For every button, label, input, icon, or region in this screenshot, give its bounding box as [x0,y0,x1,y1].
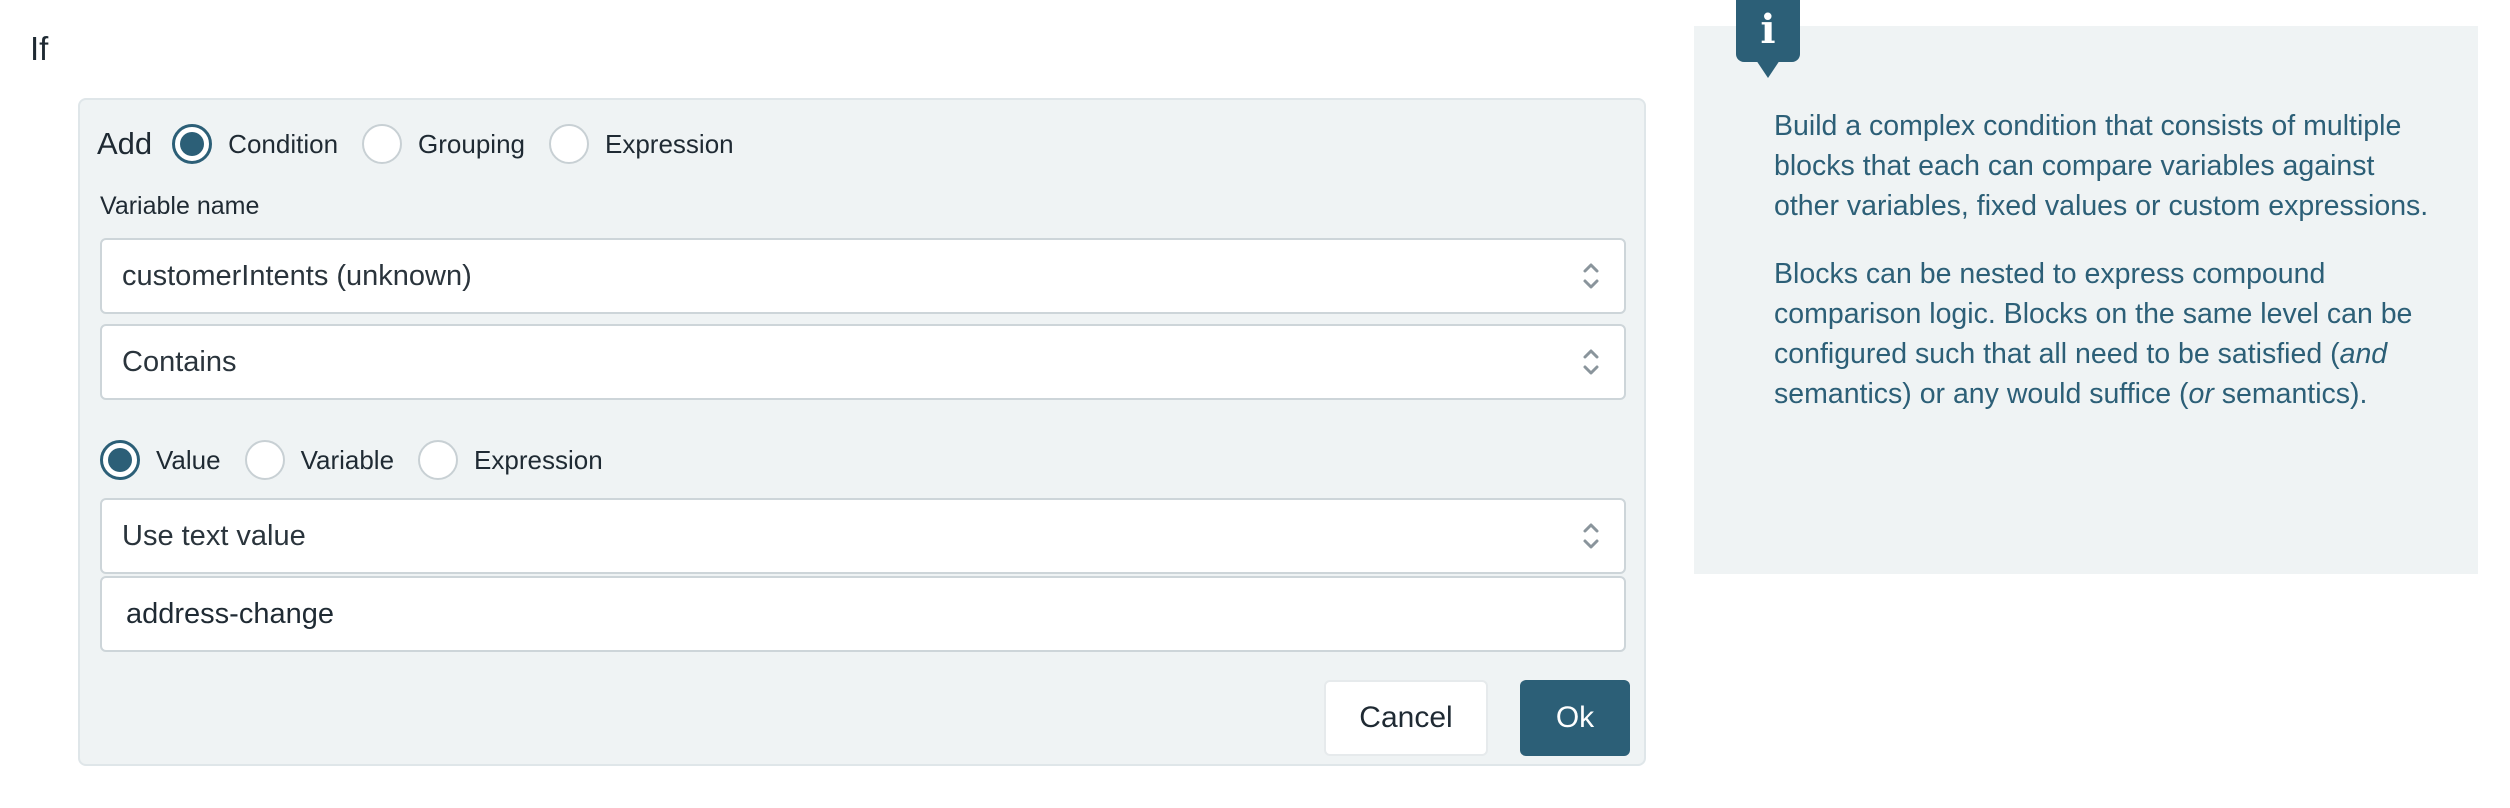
page: If Add Condition Grouping Expression Var… [0,0,2510,808]
radio-option-variable[interactable]: Variable [244,440,395,480]
radio-option-expression[interactable]: Expression [549,124,734,164]
value-type-select-value: Use text value [122,519,306,552]
grouping-radio-label: Grouping [418,128,525,159]
variable-select[interactable]: customerIntents (unknown) [100,238,1626,314]
page-title: If [30,30,49,67]
info-text-span: semantics). [2213,378,2368,410]
info-paragraph: Build a complex condition that consists … [1774,110,2429,222]
chevron-updown-icon [1583,523,1599,549]
chevron-updown-icon [1583,349,1599,375]
compare-expression-radio-label: Expression [474,444,603,475]
ok-button[interactable]: Ok [1520,680,1630,756]
condition-radio[interactable] [172,124,213,164]
expression-radio-label: Expression [605,128,734,159]
value-type-select[interactable]: Use text value [100,498,1626,574]
info-text-span: semantics) or any would suffice ( [1774,378,2189,410]
expression-radio[interactable] [549,124,589,164]
condition-radio-label: Condition [228,128,339,159]
variable-select-value: customerIntents (unknown) [122,259,472,292]
add-label: Add [97,126,153,161]
grouping-radio[interactable] [362,124,403,164]
variable-name-label: Variable name [100,192,260,220]
compare-type-radio-group: Value Variable Expression [100,436,627,484]
text-value-input-value: address-change [126,597,334,630]
cancel-button[interactable]: Cancel [1324,680,1488,756]
value-radio-label: Value [156,444,221,475]
operator-select-value: Contains [122,345,237,378]
radio-option-compare-expression[interactable]: Expression [418,440,603,480]
variable-radio[interactable] [244,440,285,480]
info-emphasis-or: or [2188,378,2214,410]
operator-select[interactable]: Contains [100,324,1626,400]
chevron-updown-icon [1583,263,1599,289]
add-type-radio-group: Add Condition Grouping Expression [97,120,758,168]
condition-editor-panel: Add Condition Grouping Expression Variab… [78,98,1646,766]
info-text: Build a complex condition that consists … [1774,106,2434,442]
info-panel: Build a complex condition that consists … [1694,26,2478,574]
radio-option-value[interactable]: Value [100,440,221,480]
value-radio[interactable] [100,440,140,480]
variable-radio-label: Variable [300,444,395,475]
text-value-input[interactable]: address-change [100,576,1626,652]
info-icon: i [1736,0,1800,78]
info-paragraph: Blocks can be nested to express compound… [1774,254,2434,414]
info-emphasis-and: and [2339,338,2388,370]
radio-option-condition[interactable]: Condition [172,124,338,164]
compare-expression-radio[interactable] [418,440,459,480]
info-text-span: Blocks can be nested to express compound… [1774,258,2413,370]
radio-option-grouping[interactable]: Grouping [362,124,525,164]
